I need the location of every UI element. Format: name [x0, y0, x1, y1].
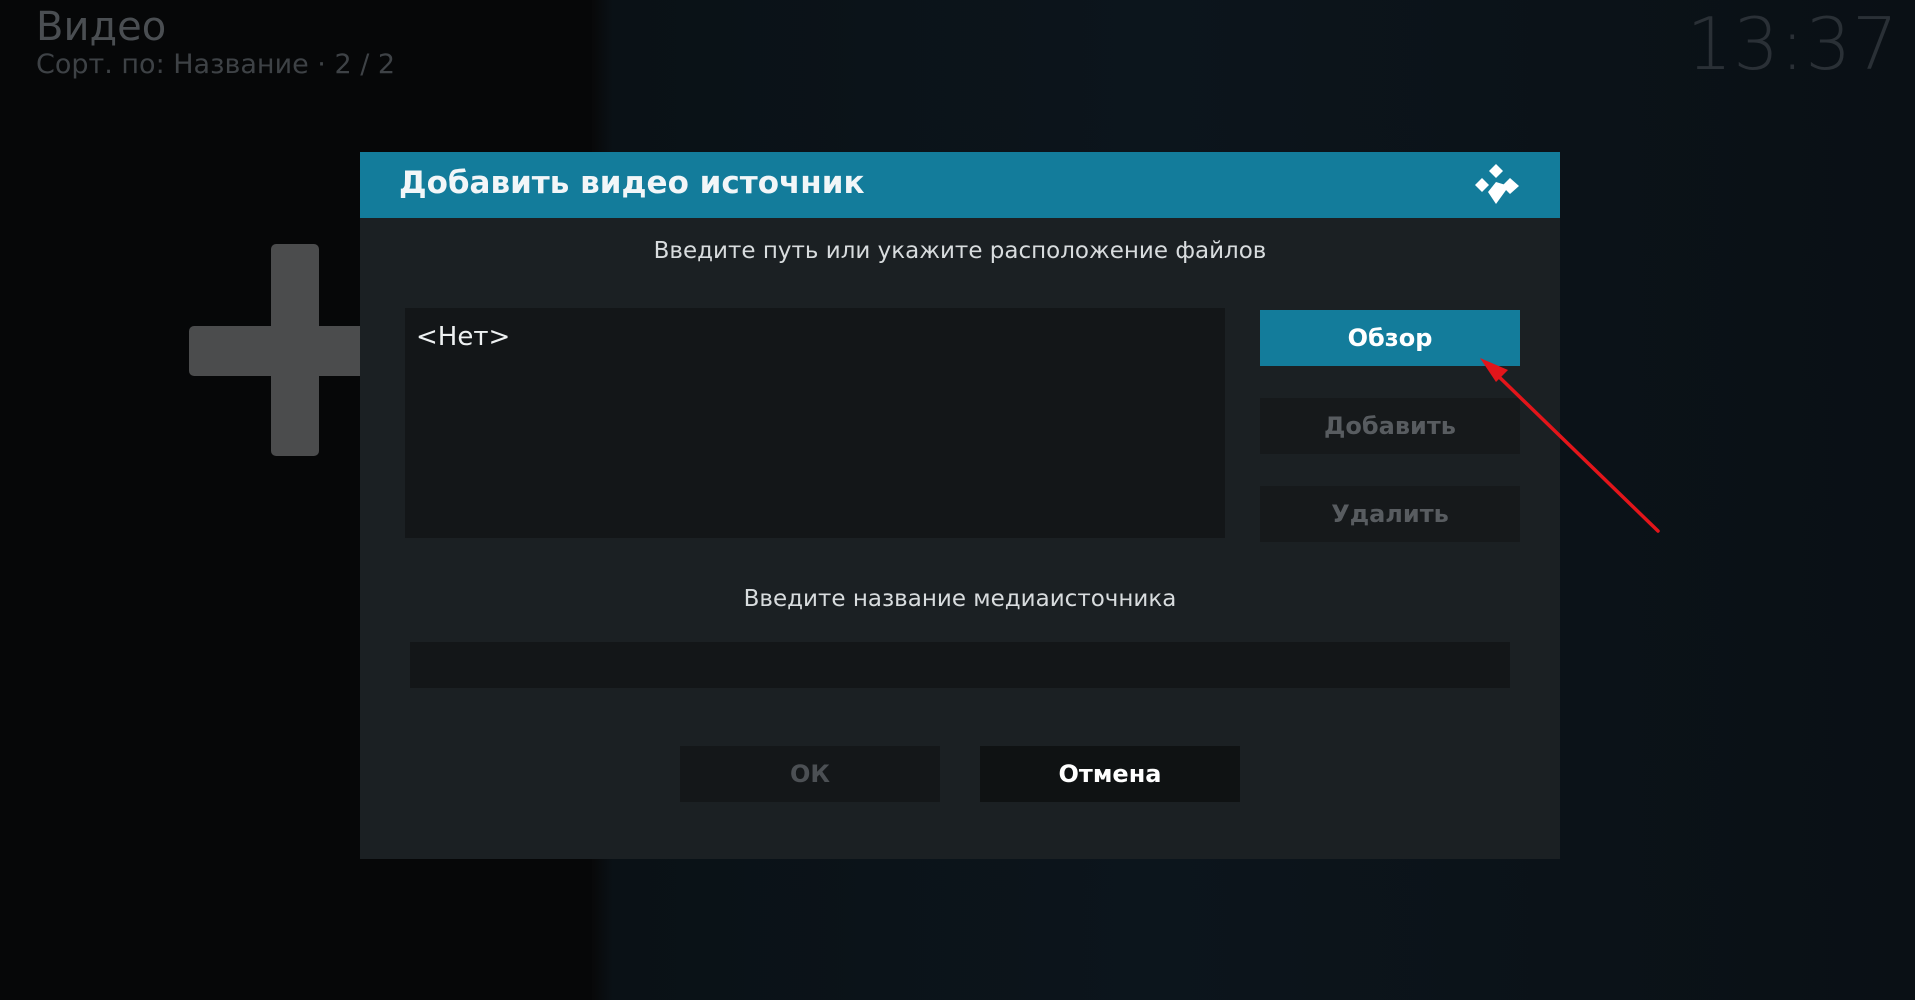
browse-button[interactable]: Обзор [1260, 310, 1520, 366]
clock: 13:37 [1686, 2, 1899, 86]
path-list[interactable]: <Нет> [405, 308, 1225, 538]
add-button[interactable]: Добавить [1260, 398, 1520, 454]
add-video-source-dialog: Добавить видео источник Введите путь или… [360, 152, 1560, 859]
sort-info: Сорт. по: Название · 2 / 2 [36, 49, 396, 80]
ok-button[interactable]: ОК [680, 746, 940, 802]
remove-button[interactable]: Удалить [1260, 486, 1520, 542]
plus-icon[interactable] [189, 244, 369, 456]
path-prompt: Введите путь или укажите расположение фа… [653, 238, 1267, 264]
source-name-input[interactable] [410, 642, 1510, 688]
plus-horizontal-bar [189, 326, 369, 376]
name-prompt: Введите название медиаисточника [743, 586, 1177, 612]
kodi-logo-icon [1475, 164, 1519, 204]
dialog-header: Добавить видео источник [360, 152, 1560, 218]
page-title: Видео [36, 4, 167, 50]
kodi-screen: Видео Сорт. по: Название · 2 / 2 13:37 Д… [0, 0, 1915, 1000]
dialog-title: Добавить видео источник [399, 165, 865, 201]
cancel-button[interactable]: Отмена [980, 746, 1240, 802]
path-item-none[interactable]: <Нет> [416, 322, 510, 352]
